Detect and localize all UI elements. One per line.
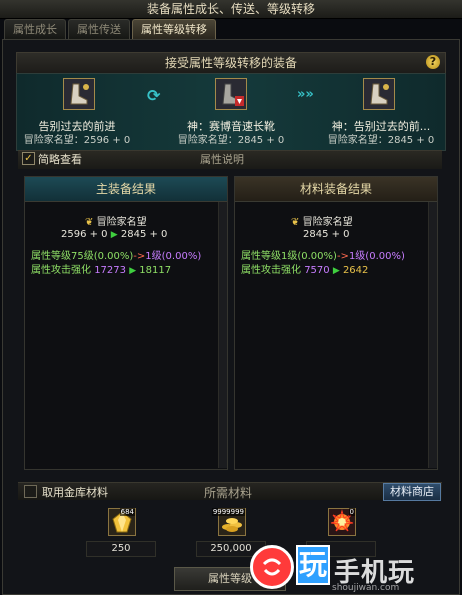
tab-attr-growth[interactable]: 属性成长 xyxy=(4,19,66,39)
material-shop-button[interactable]: 材料商店 xyxy=(383,483,441,501)
watermark-logo-icon xyxy=(250,545,294,589)
scrollbar[interactable] xyxy=(428,202,437,468)
level-row: 属性等级75级(0.00%)->1级(0.00%) xyxy=(31,247,201,262)
material-qty: 684 xyxy=(119,508,135,516)
burst-orb-icon[interactable]: 0 xyxy=(328,508,356,536)
fame-from: 2596 + 0 xyxy=(61,229,108,240)
attack-to: 2642 xyxy=(342,265,369,276)
material-result-title: 材料装备结果 xyxy=(235,177,437,202)
boots-icon[interactable] xyxy=(63,78,95,110)
fame-value-row: 2596 + 0 ▶ 2845 + 0 xyxy=(61,229,167,240)
chevron-right-icon: »» xyxy=(297,87,314,102)
help-icon[interactable]: ? xyxy=(426,55,440,69)
fame-icon: ❦ xyxy=(291,217,300,228)
attack-to: 18117 xyxy=(139,265,172,276)
mid-item-stat: 冒险家名望：2845 + 0 xyxy=(177,135,285,146)
watermark-box: 玩 xyxy=(296,545,330,585)
transfer-banner: ⟳ »» 告别过去的前进 冒险家名望：2596 + 0 神：赛博音速长靴 冒险家… xyxy=(16,73,446,151)
fame-to: 2845 + 0 xyxy=(120,229,168,240)
scrollbar[interactable] xyxy=(218,202,227,468)
main-result-title: 主装备结果 xyxy=(25,177,227,202)
window-title: 装备属性成长、传送、等级转移 xyxy=(0,0,462,19)
attack-row: 属性攻击强化 17273 ▶ 18117 xyxy=(31,261,171,276)
fame-row: ❦ 冒险家名望 xyxy=(85,213,147,228)
watermark-url: shoujiwan.com xyxy=(332,583,400,593)
material-result-panel: 材料装备结果 ❦ 冒险家名望 2845 + 0 属性等级1级(0.00%)->1… xyxy=(234,176,438,470)
section-title: 接受属性等级转移的装备 xyxy=(16,52,446,74)
fame-row: ❦ 冒险家名望 xyxy=(291,213,353,228)
arrow-right-icon: ▶ xyxy=(129,266,137,276)
level-row: 属性等级1级(0.00%)->1级(0.00%) xyxy=(241,247,405,262)
attack-label: 属性攻击强化 xyxy=(241,265,301,276)
right-item-stat: 冒险家名望：2845 + 0 xyxy=(327,135,435,146)
use-vault-label: 取用金库材料 xyxy=(42,486,108,499)
material-qty: 9999999 xyxy=(211,508,245,516)
required-materials-label: 所需材料 xyxy=(204,486,253,500)
brief-view-checkbox[interactable]: ✓ xyxy=(22,152,35,165)
main-result-panel: 主装备结果 ❦ 冒险家名望 2596 + 0 ▶ 2845 + 0 属性等级75… xyxy=(24,176,228,470)
attack-from: 7570 xyxy=(304,265,330,276)
gold-coins-icon[interactable]: 9999999 xyxy=(211,508,246,536)
attr-desc-label: 属性说明 xyxy=(200,153,244,166)
brief-view-label: 简略查看 xyxy=(38,153,82,166)
fame-label: 冒险家名望 xyxy=(302,217,353,228)
attack-row: 属性攻击强化 7570 ▶ 2642 xyxy=(241,261,368,276)
material-qty: 0 xyxy=(348,508,355,516)
fame-label: 冒险家名望 xyxy=(96,217,147,228)
tab-attr-level-transfer[interactable]: 属性等级转移 xyxy=(132,19,216,39)
attack-from: 17273 xyxy=(94,265,126,276)
arrow-right-icon: ▶ xyxy=(110,230,118,240)
material-cost: 250 xyxy=(86,541,156,557)
tab-bar: 属性成长 属性传送 属性等级转移 xyxy=(4,19,216,39)
left-item-stat: 冒险家名望：2596 + 0 xyxy=(23,135,131,146)
fame-value: 2845 + 0 xyxy=(303,229,350,240)
arrow-right-icon: ▶ xyxy=(332,266,340,276)
use-vault-checkbox[interactable] xyxy=(24,485,37,498)
transfer-cycle-icon: ⟳ xyxy=(147,86,161,105)
tab-attr-transfer[interactable]: 属性传送 xyxy=(68,19,130,39)
boots-icon[interactable] xyxy=(363,78,395,110)
attack-label: 属性攻击强化 xyxy=(31,265,91,276)
gold-crystal-icon[interactable]: 684 xyxy=(108,508,136,536)
boots-icon[interactable] xyxy=(215,78,247,110)
fame-icon: ❦ xyxy=(85,217,94,228)
